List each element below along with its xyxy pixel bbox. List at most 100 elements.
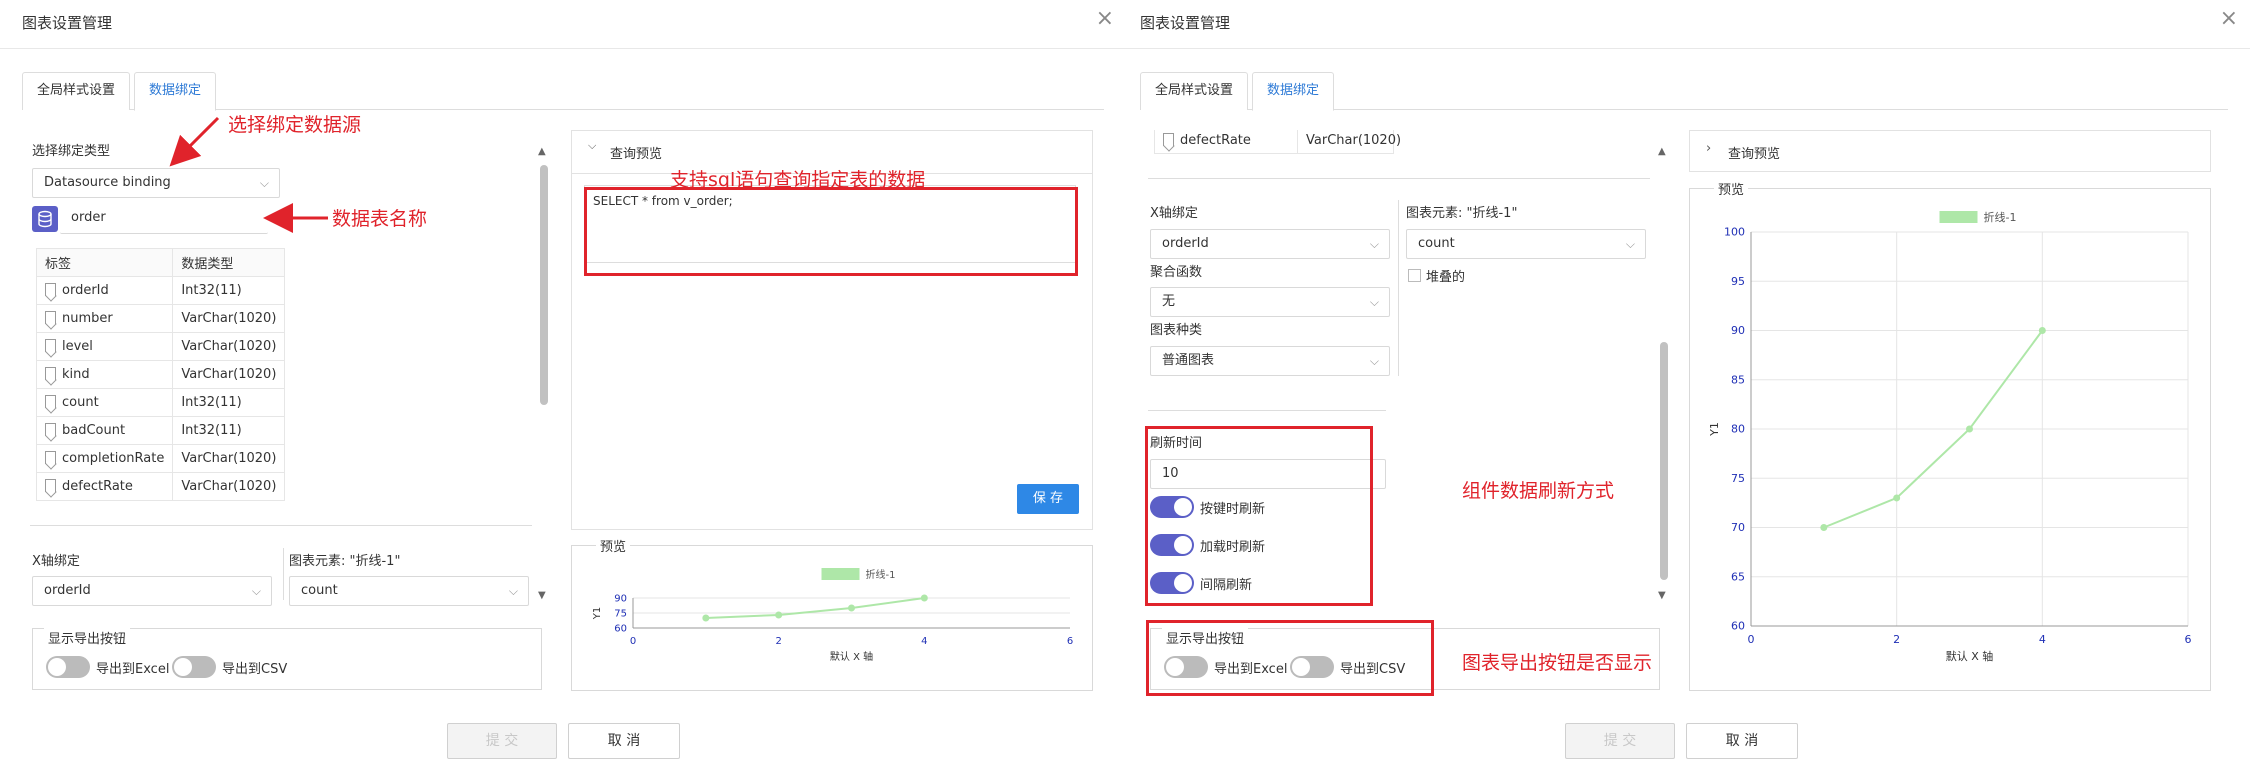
tab-bar: 全局样式设置 数据绑定: [22, 72, 1104, 111]
chart-kind-label: 图表种类: [1150, 323, 1203, 338]
table-row: level VarChar(1020): [35, 332, 286, 361]
divider: [283, 548, 284, 600]
header-divider: [1118, 48, 2250, 49]
bind-type-label: 选择绑定类型: [32, 144, 111, 159]
element-select[interactable]: count ⌵: [289, 576, 529, 606]
legend-label: 折线-1: [866, 568, 896, 581]
element-value: count: [301, 583, 338, 598]
export-excel-toggle[interactable]: [46, 656, 90, 678]
bookmark-icon: [45, 451, 56, 464]
stack-checkbox[interactable]: [1408, 269, 1421, 282]
save-button[interactable]: 保 存: [1017, 484, 1079, 514]
chevron-right-icon[interactable]: ›: [1706, 141, 1711, 156]
highlight-box: [584, 187, 1078, 276]
table-row: kind VarChar(1020): [35, 360, 286, 389]
submit-button[interactable]: 提 交: [447, 723, 557, 759]
bookmark-icon: [45, 367, 56, 380]
tab-data-binding[interactable]: 数据绑定: [134, 72, 217, 111]
element-label: 图表元素: "折线-1": [1406, 206, 1518, 221]
x-tick-label: 4: [2039, 633, 2046, 646]
annotation-refresh: 组件数据刷新方式: [1462, 480, 1615, 502]
column-name-cell: number: [35, 304, 174, 333]
cancel-button[interactable]: 取 消: [568, 723, 680, 759]
y-tick-label: 70: [1731, 521, 1745, 534]
submit-button[interactable]: 提 交: [1565, 723, 1675, 759]
bookmark-icon: [45, 479, 56, 492]
element-label: 图表元素: "折线-1": [289, 554, 401, 569]
legend-swatch: [1939, 211, 1978, 223]
dialog-title: 图表设置管理: [22, 14, 113, 32]
chevron-down-icon: ⌵: [259, 176, 269, 190]
stack-label: 堆叠的: [1426, 270, 1466, 285]
close-icon[interactable]: ×: [1096, 8, 1114, 30]
data-point: [702, 614, 710, 622]
bookmark-icon: [1163, 133, 1174, 146]
element-value: count: [1418, 236, 1455, 251]
annotation-arrow: [169, 116, 220, 167]
cancel-button[interactable]: 取 消: [1686, 723, 1798, 759]
column-type: VarChar(1020): [172, 332, 286, 361]
x-tick-label: 2: [775, 636, 781, 647]
x-tick-label: 4: [921, 636, 927, 647]
element-select[interactable]: count ⌵: [1406, 229, 1646, 259]
annotation-table-name: 数据表名称: [332, 208, 428, 230]
x-axis-title: 默认 X 轴: [830, 650, 873, 663]
tab-global-style[interactable]: 全局样式设置: [22, 72, 131, 110]
tab-global-style[interactable]: 全局样式设置: [1140, 72, 1249, 110]
scroll-down-icon[interactable]: ▼: [1658, 590, 1666, 601]
table-row: defectRate VarChar(1020): [1154, 130, 1401, 154]
column-header-type: 数据类型: [172, 248, 286, 277]
bookmark-icon: [45, 395, 56, 408]
column-type: VarChar(1020): [172, 304, 286, 333]
x-tick-label: 6: [1067, 636, 1073, 647]
scrollbar-thumb[interactable]: [1660, 342, 1668, 580]
bind-type-select[interactable]: Datasource binding ⌵: [32, 168, 280, 198]
table-name-value: order: [71, 210, 106, 225]
columns-table: 标签 数据类型 orderId Int32(11) number VarChar(10…: [35, 248, 286, 501]
tab-bar: 全局样式设置 数据绑定: [1140, 72, 2228, 111]
column-name-cell: badCount: [35, 416, 174, 445]
xaxis-select[interactable]: orderId ⌵: [32, 576, 272, 606]
column-name: count: [62, 395, 99, 410]
y-axis-title: Y1: [592, 607, 603, 620]
y-tick-label: 90: [1731, 324, 1745, 337]
query-panel: › 查询预览: [1689, 130, 2211, 172]
divider: [1398, 200, 1399, 376]
database-icon: [32, 206, 58, 232]
dialog-title: 图表设置管理: [1140, 14, 1231, 32]
data-point: [920, 594, 928, 602]
highlight-box: [1146, 620, 1434, 696]
y-tick-label: 75: [614, 608, 627, 619]
table-name-field[interactable]: order: [60, 204, 268, 234]
y-tick-label: 100: [1724, 226, 1745, 239]
bind-type-value: Datasource binding: [44, 175, 171, 190]
export-csv-toggle[interactable]: [172, 656, 216, 678]
divider: [30, 525, 532, 526]
x-axis-title: 默认 X 轴: [1946, 649, 1994, 663]
close-icon[interactable]: ×: [2220, 8, 2238, 30]
column-type: VarChar(1020): [172, 360, 286, 389]
dialog-left: 图表设置管理 × 全局样式设置 数据绑定 选择绑定类型 Datasource b…: [0, 0, 1118, 769]
xaxis-select[interactable]: orderId ⌵: [1150, 229, 1390, 259]
scroll-down-icon[interactable]: ▼: [538, 590, 546, 601]
table-row: count Int32(11): [35, 388, 286, 417]
column-type: VarChar(1020): [172, 472, 286, 501]
legend-label: 折线-1: [1984, 210, 2017, 224]
chevron-down-icon: ⌵: [1369, 295, 1379, 309]
aggregate-select[interactable]: 无 ⌵: [1150, 287, 1390, 317]
scrollbar-thumb[interactable]: [540, 165, 548, 405]
chart-kind-value: 普通图表: [1162, 353, 1215, 368]
y-tick-label: 85: [1731, 373, 1745, 386]
tab-data-binding[interactable]: 数据绑定: [1252, 72, 1335, 111]
y-axis-title: Y1: [1708, 422, 1721, 437]
chevron-down-icon[interactable]: ⌵: [588, 139, 596, 153]
column-header-label: 标签: [35, 248, 174, 277]
chart-kind-select[interactable]: 普通图表 ⌵: [1150, 346, 1390, 376]
scroll-up-icon[interactable]: ▲: [538, 146, 546, 157]
column-name-cell: count: [35, 388, 174, 417]
chevron-down-icon: ⌵: [251, 584, 261, 598]
column-type: Int32(11): [172, 276, 286, 305]
bookmark-icon: [45, 339, 56, 352]
scroll-up-icon[interactable]: ▲: [1658, 146, 1666, 157]
y-tick-label: 90: [614, 593, 627, 604]
